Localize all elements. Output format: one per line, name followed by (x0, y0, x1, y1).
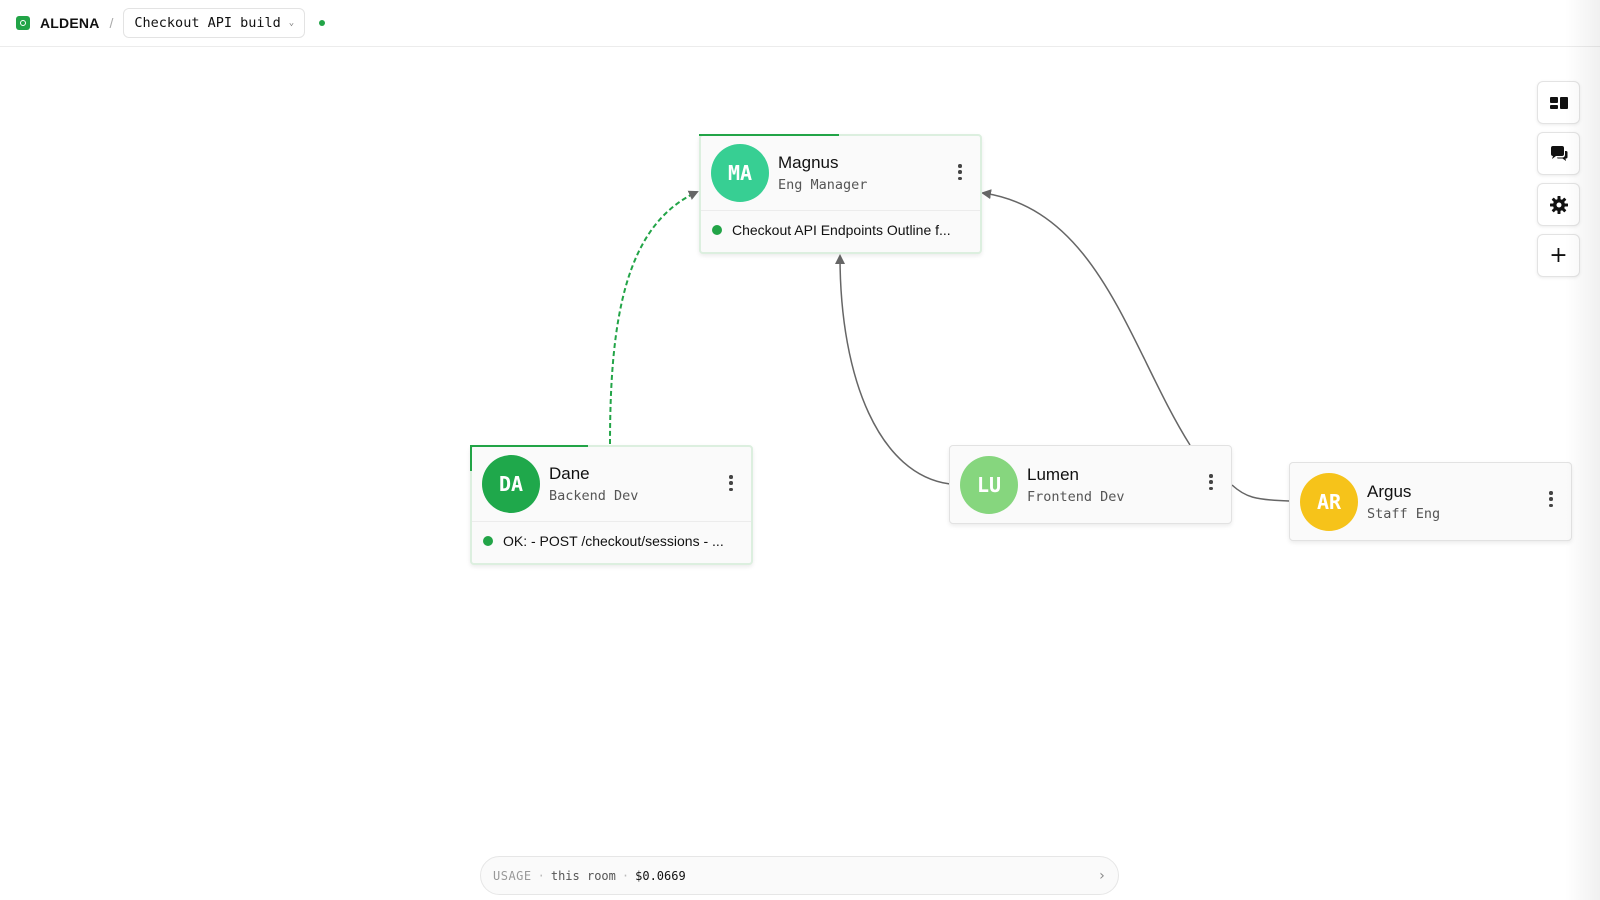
chevron-right-icon[interactable]: › (1098, 868, 1106, 884)
agent-node-lumen[interactable]: LU Lumen Frontend Dev (949, 445, 1232, 524)
agent-node-dane[interactable]: DA Dane Backend Dev OK: - POST /checkout… (470, 445, 753, 565)
agent-name: Argus (1367, 481, 1412, 501)
layout-icon (1549, 96, 1568, 109)
agent-role: Staff Eng (1367, 505, 1441, 522)
plus-icon: + (1549, 242, 1568, 268)
status-text: OK: - POST /checkout/sessions - ... (503, 533, 724, 549)
edge-argus-to-lumen[interactable] (1231, 484, 1290, 502)
usage-bar[interactable]: USAGE · this room · $0.0669 › (480, 856, 1119, 895)
agent-name: Dane (549, 464, 590, 483)
agent-role: Frontend Dev (1027, 488, 1125, 505)
more-options-icon[interactable] (729, 475, 733, 491)
status-dot (712, 225, 722, 235)
status-text: Checkout API Endpoints Outline f... (732, 222, 951, 238)
usage-separator: · (621, 868, 630, 883)
more-options-icon[interactable] (1549, 491, 1553, 507)
agent-status: OK: - POST /checkout/sessions - ... (472, 521, 751, 560)
chat-icon (1550, 145, 1567, 161)
avatar: DA (482, 455, 540, 513)
more-options-icon[interactable] (1209, 474, 1213, 490)
usage-separator: · (537, 868, 545, 883)
agent-role: Backend Dev (549, 488, 639, 504)
chat-button[interactable] (1537, 132, 1580, 175)
edge-dane-to-magnus[interactable] (609, 190, 699, 445)
avatar: MA (711, 144, 769, 202)
agent-node-argus[interactable]: AR Argus Staff Eng (1289, 462, 1572, 541)
add-button[interactable]: + (1537, 234, 1580, 277)
right-toolbar: + (1537, 81, 1580, 285)
agent-node-magnus[interactable]: MA Magnus Eng Manager Checkout API Endpo… (699, 134, 982, 254)
usage-scope: this room (550, 868, 616, 883)
status-dot (483, 536, 493, 546)
agent-status: Checkout API Endpoints Outline f... (701, 210, 980, 249)
agent-role: Eng Manager (778, 177, 868, 193)
settings-button[interactable] (1537, 183, 1580, 226)
more-options-icon[interactable] (958, 164, 962, 180)
edge-lumen-to-magnus-bottom[interactable] (835, 254, 951, 485)
agent-name: Lumen (1027, 464, 1079, 484)
avatar: LU (960, 455, 1018, 514)
edge-lumen-to-magnus-right[interactable] (981, 189, 1191, 446)
layout-button[interactable] (1537, 81, 1580, 124)
usage-label: USAGE (493, 868, 532, 883)
agent-name: Magnus (778, 153, 839, 172)
gear-icon (1549, 195, 1568, 214)
usage-cost: $0.0669 (635, 868, 686, 883)
avatar: AR (1300, 472, 1358, 531)
